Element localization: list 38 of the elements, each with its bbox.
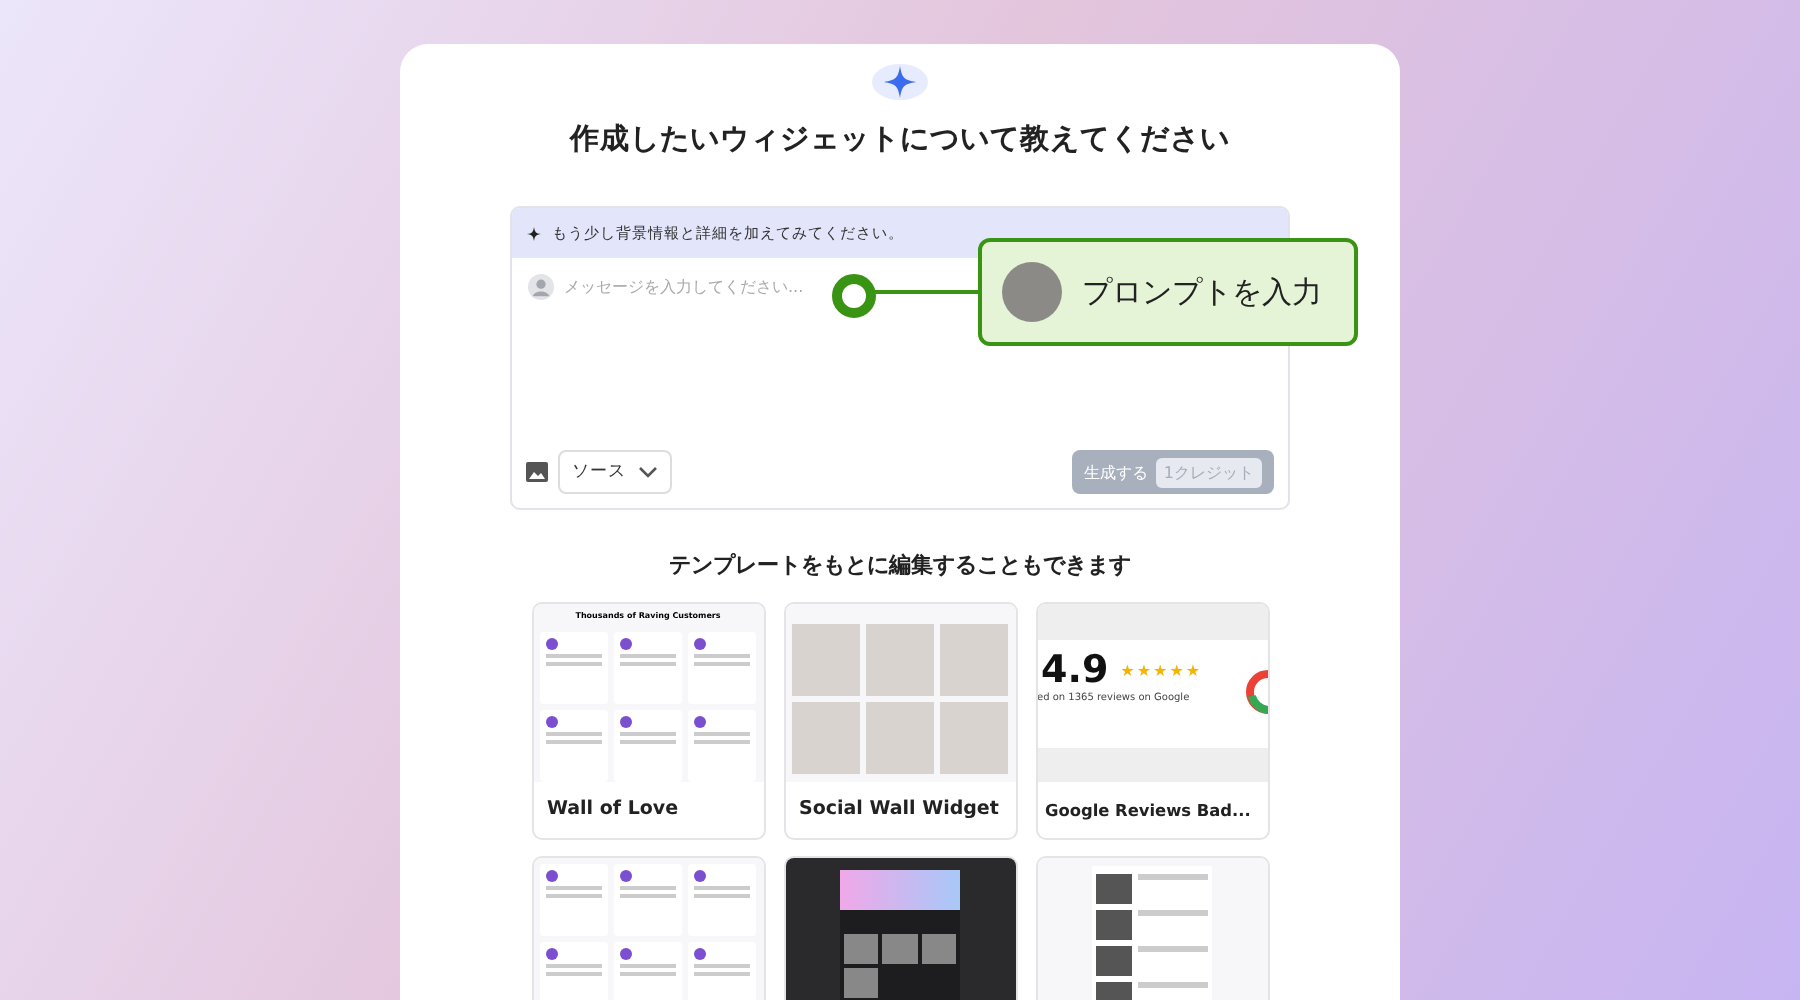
review-card-drawing bbox=[539, 942, 608, 1000]
feed-list-drawing bbox=[1092, 866, 1212, 1000]
review-card-drawing bbox=[613, 632, 683, 704]
sparkle-icon bbox=[526, 225, 542, 241]
user-icon bbox=[528, 274, 554, 300]
chevron-down-icon bbox=[638, 466, 658, 478]
template-card[interactable]: Social Wall Widget bbox=[783, 602, 1017, 840]
review-card-drawing bbox=[539, 864, 608, 936]
star-rating: ★★★★★ bbox=[1120, 661, 1203, 679]
review-card-drawing bbox=[688, 942, 757, 1000]
dialog-title: 作成したいウィジェットについて教えてください bbox=[570, 121, 1230, 158]
review-card-drawing bbox=[539, 632, 608, 704]
profile-page-drawing bbox=[840, 870, 960, 1000]
callout-text: プロンプトを入力 bbox=[1082, 273, 1322, 311]
review-card-drawing bbox=[613, 864, 683, 936]
rating-value: 4.9 bbox=[1041, 648, 1109, 692]
review-card-drawing bbox=[688, 864, 757, 936]
photo-placeholder bbox=[940, 624, 1009, 696]
review-card-drawing bbox=[613, 942, 683, 1000]
photo-placeholder bbox=[865, 624, 935, 696]
photo-placeholder bbox=[791, 624, 860, 696]
credit-badge: 1クレジット bbox=[1155, 457, 1262, 487]
template-name: Wall of Love bbox=[545, 796, 681, 824]
templates-heading: テンプレートをもとに編集することもできます bbox=[669, 550, 1131, 580]
pointer-ring bbox=[832, 274, 876, 318]
photo-placeholder bbox=[865, 702, 935, 774]
photo-placeholder bbox=[940, 702, 1009, 774]
template-name: Social Wall Widget bbox=[797, 796, 1001, 824]
avatar bbox=[1002, 262, 1062, 322]
sparkle-icon bbox=[872, 64, 928, 100]
template-name: Google Reviews Bad... bbox=[1043, 798, 1253, 824]
image-icon[interactable] bbox=[526, 462, 548, 482]
review-card-drawing bbox=[688, 710, 757, 782]
source-dropdown[interactable]: ソース bbox=[558, 450, 672, 494]
photo-placeholder bbox=[791, 702, 860, 774]
review-card-drawing bbox=[539, 710, 608, 782]
review-card-drawing bbox=[688, 632, 757, 704]
review-card-drawing bbox=[613, 710, 683, 782]
